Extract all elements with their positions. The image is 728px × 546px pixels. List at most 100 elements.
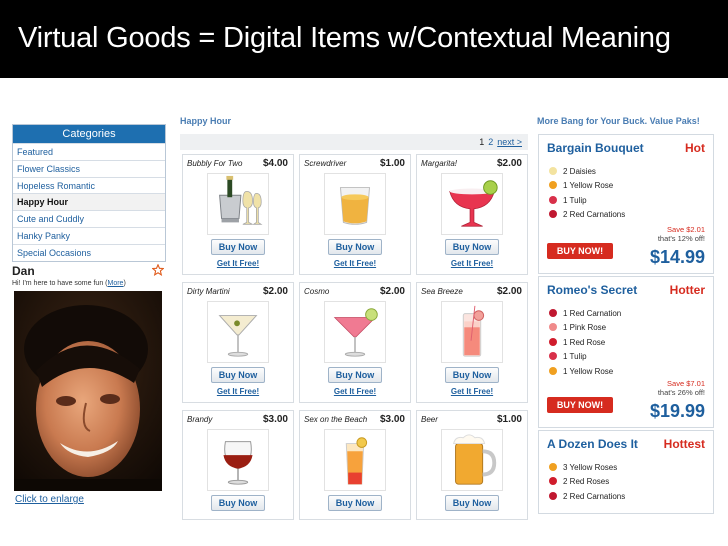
pager-next-link[interactable]: next > xyxy=(497,137,522,147)
click-to-enlarge-link[interactable]: Click to enlarge xyxy=(15,494,84,505)
beer-mug-icon[interactable] xyxy=(441,429,503,491)
product-price: $4.00 xyxy=(262,158,288,169)
yellow-rose-icon xyxy=(549,366,557,375)
buy-now-button[interactable]: Buy Now xyxy=(328,367,382,383)
product-name: Beer xyxy=(421,415,438,424)
buy-now-button[interactable]: Buy Now xyxy=(211,367,265,383)
value-pak-card: Romeo's Secret Hotter 1 Red Carnation 1 … xyxy=(538,276,714,428)
value-pak-price: $14.99 xyxy=(649,247,705,267)
value-pak-item: 2 Daisies xyxy=(549,165,625,179)
value-pak-item: 1 Yellow Rose xyxy=(549,365,621,379)
buy-now-pak-button[interactable]: BUY NOW! xyxy=(547,397,613,413)
product-card: Screwdriver $1.00 Buy Now Get It Free! xyxy=(299,154,411,275)
product-card: Bubbly For Two $4.00 Buy Now Get It Free… xyxy=(182,154,294,275)
value-pak-item: 1 Red Rose xyxy=(549,336,621,350)
product-price: $2.00 xyxy=(496,286,522,297)
value-pak-card: A Dozen Does It Hottest 3 Yellow Roses 2… xyxy=(538,430,714,514)
product-price: $3.00 xyxy=(262,414,288,425)
cocktail-glass-icon[interactable] xyxy=(324,429,386,491)
value-pak-name: Romeo's Secret xyxy=(547,283,638,297)
screwdriver-glass-icon[interactable] xyxy=(324,173,386,235)
value-pak-item: 1 Pink Rose xyxy=(549,321,621,335)
value-pak-item: 1 Tulip xyxy=(549,194,625,208)
pager-page-1[interactable]: 1 xyxy=(479,137,484,147)
buy-now-button[interactable]: Buy Now xyxy=(211,495,265,511)
yellow-rose-icon xyxy=(549,181,557,190)
product-name: Sex on the Beach xyxy=(304,415,368,424)
value-pak-item: 2 Red Carnations xyxy=(549,208,625,222)
value-pak-item: 2 Red Roses xyxy=(549,475,625,489)
value-pak-items: 3 Yellow Roses 2 Red Roses 2 Red Carnati… xyxy=(549,461,625,504)
product-name: Brandy xyxy=(187,415,213,424)
profile-photo[interactable] xyxy=(14,291,162,491)
product-name: Dirty Martini xyxy=(187,287,230,296)
product-name: Margarita! xyxy=(421,159,458,168)
daisy-icon xyxy=(549,167,557,175)
category-item-cute-and-cuddly[interactable]: Cute and Cuddly xyxy=(13,210,165,227)
product-card: Sex on the Beach $3.00 Buy Now xyxy=(299,410,411,520)
product-card: Brandy $3.00 Buy Now xyxy=(182,410,294,520)
value-pak-price: $19.99 xyxy=(649,401,705,421)
martini-glass-icon[interactable] xyxy=(207,301,269,363)
get-it-free-link[interactable]: Get It Free! xyxy=(183,387,293,396)
value-pak-heat: Hotter xyxy=(669,283,705,297)
value-paks-title: More Bang for Your Buck. Value Paks! xyxy=(537,116,700,126)
sea-breeze-glass-icon[interactable] xyxy=(441,301,503,363)
carnation-icon xyxy=(549,491,557,500)
product-name: Sea Breeze xyxy=(421,287,463,296)
product-price: $1.00 xyxy=(496,414,522,425)
value-pak-savings: Save $2.01 that's 12% off! xyxy=(657,225,705,243)
product-card: Beer $1.00 Buy Now xyxy=(416,410,528,520)
buy-now-button[interactable]: Buy Now xyxy=(445,239,499,255)
value-pak-item: 1 Red Carnation xyxy=(549,307,621,321)
favorite-star-icon[interactable] xyxy=(152,264,164,276)
get-it-free-link[interactable]: Get It Free! xyxy=(300,387,410,396)
margarita-glass-icon[interactable] xyxy=(441,173,503,235)
get-it-free-link[interactable]: Get It Free! xyxy=(300,259,410,268)
buy-now-button[interactable]: Buy Now xyxy=(211,239,265,255)
category-item-hanky-panky[interactable]: Hanky Panky xyxy=(13,226,165,244)
red-rose-icon xyxy=(549,337,557,346)
pager-page-2[interactable]: 2 xyxy=(488,137,493,147)
product-price: $3.00 xyxy=(379,414,405,425)
product-name: Screwdriver xyxy=(304,159,347,168)
tulip-icon xyxy=(549,195,557,204)
pager: 1 2 next > xyxy=(180,134,528,150)
profile-tagline: Hi! I'm here to have some fun (More) xyxy=(12,280,126,287)
value-pak-item: 1 Yellow Rose xyxy=(549,179,625,193)
buy-now-button[interactable]: Buy Now xyxy=(445,495,499,511)
product-card: Cosmo $2.00 Buy Now Get It Free! xyxy=(299,282,411,403)
brandy-glass-icon[interactable] xyxy=(207,429,269,491)
buy-now-button[interactable]: Buy Now xyxy=(328,495,382,511)
product-price: $2.00 xyxy=(262,286,288,297)
product-card: Margarita! $2.00 Buy Now Get It Free! xyxy=(416,154,528,275)
user-profile: Dan Hi! I'm here to have some fun (More) xyxy=(12,264,166,505)
category-item-featured[interactable]: Featured xyxy=(13,143,165,160)
product-price: $2.00 xyxy=(379,286,405,297)
yellow-rose-icon xyxy=(549,463,557,471)
champagne-icon[interactable] xyxy=(207,173,269,235)
happy-hour-title: Happy Hour xyxy=(180,116,232,126)
category-item-flower-classics[interactable]: Flower Classics xyxy=(13,159,165,177)
buy-now-button[interactable]: Buy Now xyxy=(328,239,382,255)
profile-more-link[interactable]: More xyxy=(108,280,124,287)
value-pak-item: 2 Red Carnations xyxy=(549,490,625,504)
category-item-hopeless-romantic[interactable]: Hopeless Romantic xyxy=(13,176,165,194)
value-pak-item: 3 Yellow Roses xyxy=(549,461,625,475)
get-it-free-link[interactable]: Get It Free! xyxy=(417,387,527,396)
product-price: $2.00 xyxy=(496,158,522,169)
red-rose-icon xyxy=(549,477,557,486)
carnation-icon xyxy=(549,309,557,317)
category-item-special-occasions[interactable]: Special Occasions xyxy=(13,243,165,261)
categories-menu: Categories Featured Flower Classics Hope… xyxy=(12,124,166,262)
buy-now-button[interactable]: Buy Now xyxy=(445,367,499,383)
value-pak-card: Bargain Bouquet Hot 2 Daisies 1 Yellow R… xyxy=(538,134,714,274)
get-it-free-link[interactable]: Get It Free! xyxy=(183,259,293,268)
value-pak-items: 1 Red Carnation 1 Pink Rose 1 Red Rose 1… xyxy=(549,307,621,379)
cosmo-glass-icon[interactable] xyxy=(324,301,386,363)
product-name: Bubbly For Two xyxy=(187,159,243,168)
get-it-free-link[interactable]: Get It Free! xyxy=(417,259,527,268)
category-item-happy-hour[interactable]: Happy Hour xyxy=(13,193,165,211)
profile-name: Dan xyxy=(12,264,35,278)
buy-now-pak-button[interactable]: BUY NOW! xyxy=(547,243,613,259)
